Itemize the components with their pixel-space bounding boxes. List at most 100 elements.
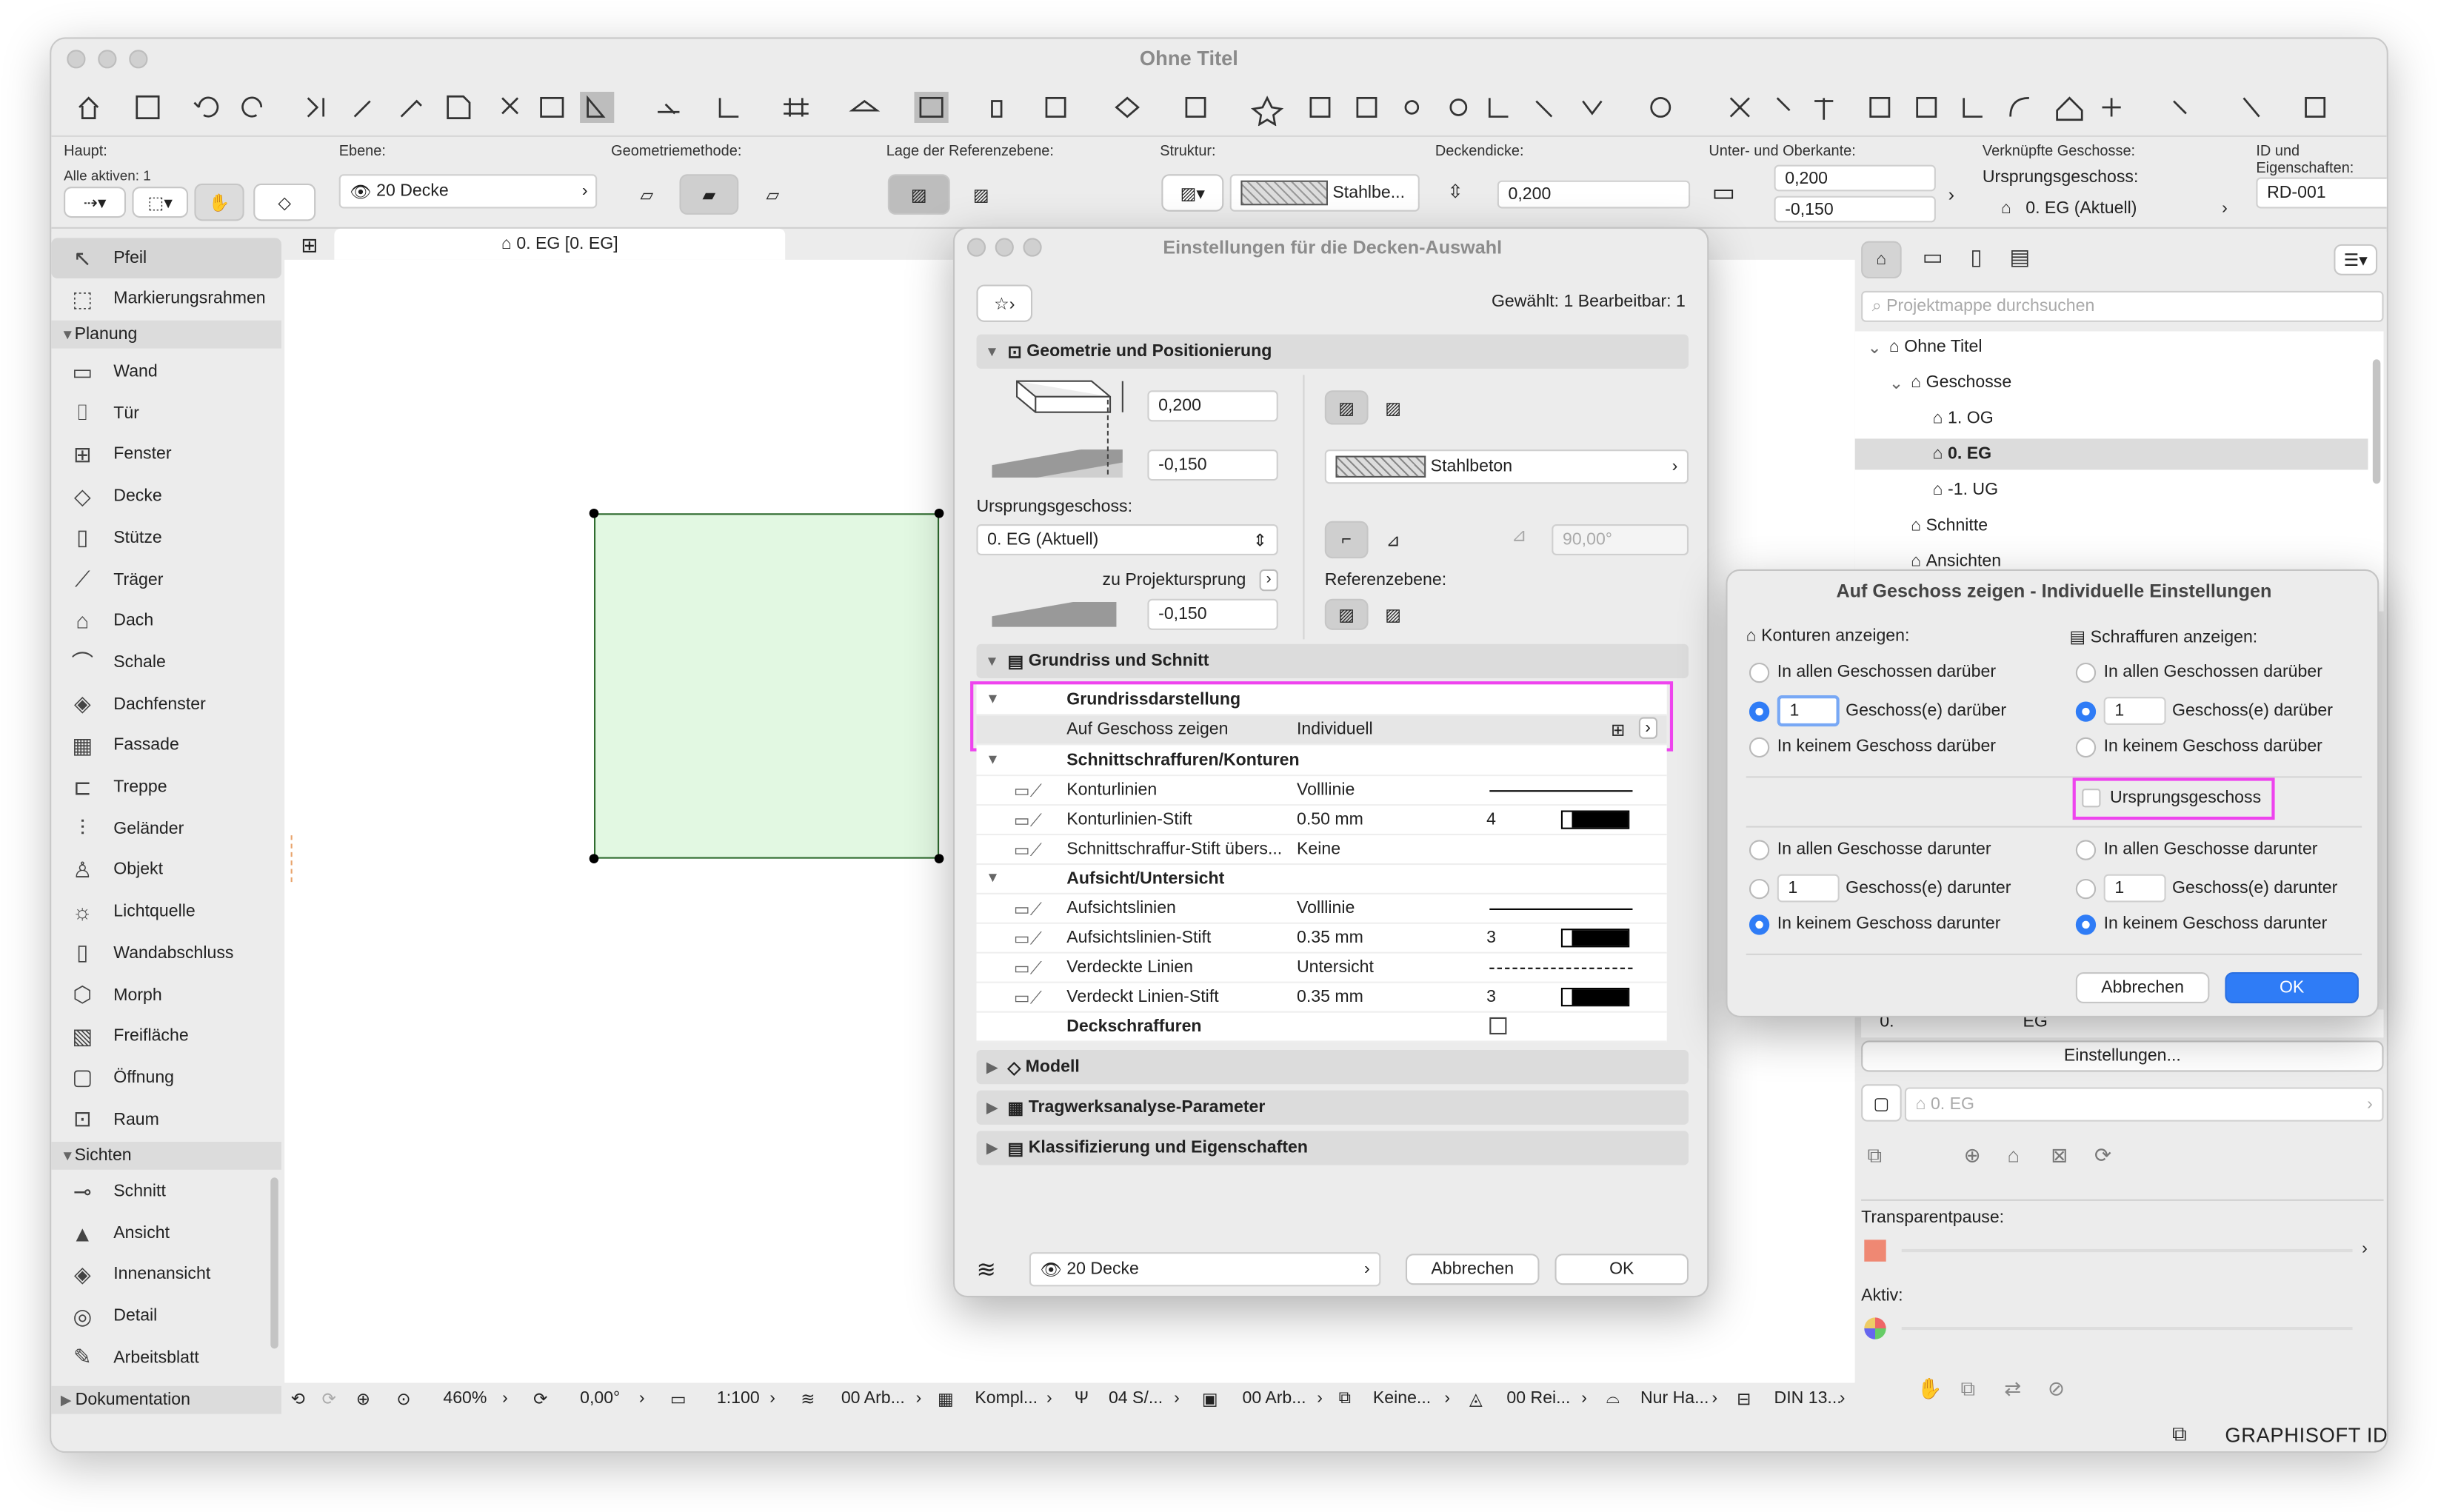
close-window-button[interactable] xyxy=(67,50,86,69)
hatch-none-above-radio[interactable] xyxy=(2075,737,2097,758)
color-wheel-icon[interactable] xyxy=(1864,1317,1886,1339)
cancel-button[interactable]: Abbrechen xyxy=(1405,1254,1540,1285)
hatch-above-count-input[interactable]: 1 xyxy=(2103,697,2166,725)
toolbox-group-header[interactable]: ▶ Dokumentation xyxy=(51,1385,282,1414)
hatch-n-below-radio[interactable] xyxy=(2075,878,2097,900)
structure-type-button[interactable]: ▨▾ xyxy=(1161,174,1224,212)
project-map-tab[interactable]: ⌂ xyxy=(1861,241,1902,279)
chevron-right-icon[interactable]: › xyxy=(1444,1383,1450,1414)
outline-below-count-input[interactable]: 1 xyxy=(1777,874,1840,903)
hotspot[interactable] xyxy=(934,854,944,863)
hatch-all-below-radio[interactable] xyxy=(2075,840,2097,860)
geometry-rect-button[interactable]: ▱ xyxy=(745,174,801,215)
chevron-right-icon[interactable]: › xyxy=(1174,1383,1180,1414)
tool-detail[interactable]: ◎ Detail xyxy=(51,1296,281,1337)
setting-row[interactable]: ▭⟋ Schnittschraffur-Stift übers... Keine xyxy=(976,835,1667,866)
tool-decke[interactable]: ◇ Decke xyxy=(51,476,281,517)
tree-item[interactable]: ⌂ 0. EG xyxy=(1854,438,2368,470)
pen-set-value[interactable]: 04 S/... xyxy=(1109,1383,1163,1414)
tool-innenansicht[interactable]: ◈ Innenansicht xyxy=(51,1254,281,1295)
top-elevation-input[interactable]: 0,200 xyxy=(1774,164,1936,192)
chevron-right-icon[interactable]: › xyxy=(1840,1383,1846,1414)
chevron-right-icon[interactable]: › xyxy=(2362,1240,2368,1258)
outline-all-above-radio[interactable] xyxy=(1749,662,1770,683)
structural-value[interactable]: 00 Rei... xyxy=(1506,1383,1570,1414)
swap-icon[interactable]: ⇄ xyxy=(2004,1376,2021,1402)
chevron-right-icon[interactable]: › xyxy=(1317,1383,1323,1414)
tool-dach[interactable]: ⌂ Dach xyxy=(51,601,281,641)
outline-n-above-radio[interactable] xyxy=(1749,701,1770,722)
zoom-next-icon[interactable]: ⟳ xyxy=(322,1383,336,1414)
chevron-right-icon[interactable]: › xyxy=(2222,199,2228,218)
angle-value[interactable]: 0,00° xyxy=(580,1383,620,1414)
tool-ansicht[interactable]: ▲ Ansicht xyxy=(51,1213,281,1254)
tool-pfeil[interactable]: ↖ Pfeil xyxy=(51,238,282,279)
chevron-right-icon[interactable]: › xyxy=(1712,1383,1718,1414)
ref-bottom-button[interactable]: ▨ xyxy=(956,174,1006,215)
ref-top-button[interactable]: ▨ xyxy=(1324,598,1369,630)
section-structural[interactable]: ▶ ▦ Tragwerksanalyse-Parameter xyxy=(976,1090,1689,1125)
section-model[interactable]: ▶ ◇ Modell xyxy=(976,1050,1689,1085)
thickness-input[interactable]: 0,200 xyxy=(1147,390,1278,422)
tool-schale[interactable]: ⌒ Schale xyxy=(51,642,281,683)
view-map-icon[interactable]: ▭ xyxy=(1917,244,1948,271)
setting-row[interactable]: ▭⟋ Verdeckte Linien Untersicht xyxy=(976,953,1667,983)
tool-dachfenster[interactable]: ◈ Dachfenster xyxy=(51,683,281,724)
group-cut[interactable]: ▼ Schnittschraffuren/Konturen xyxy=(976,746,1667,777)
pen-swatch[interactable] xyxy=(1560,810,1630,829)
tool-wandabschluss[interactable]: ▯ Wandabschluss xyxy=(51,933,281,974)
toolbar-icons[interactable] xyxy=(67,89,2337,127)
window-icon[interactable]: ⧉ xyxy=(2172,1422,2187,1447)
pen-swatch[interactable] xyxy=(1560,929,1630,948)
hotspot[interactable] xyxy=(589,854,599,863)
ok-button[interactable]: OK xyxy=(2225,972,2359,1004)
trace-color-swatch[interactable] xyxy=(1864,1240,1886,1262)
tool-objekt[interactable]: ♙ Objekt xyxy=(51,850,281,891)
einstellungen-button[interactable]: Einstellungen... xyxy=(1861,1040,2384,1072)
outline-all-below-radio[interactable] xyxy=(1749,840,1770,860)
structure-select[interactable]: Stahlbe... xyxy=(1229,174,1420,212)
favorites-button[interactable]: ☆› xyxy=(976,284,1033,322)
thickness-input[interactable]: 0,200 xyxy=(1497,180,1691,209)
geometry-polygon-button[interactable]: ▰ xyxy=(679,174,739,215)
edge-angle-input[interactable]: 90,00° xyxy=(1552,523,1689,555)
edge-perpendicular-button[interactable]: ⌐ xyxy=(1324,521,1369,559)
slab-element[interactable] xyxy=(594,513,940,859)
folder-icon[interactable]: ⌂ xyxy=(2007,1143,2020,1167)
group-overhead[interactable]: ▼ Aufsicht/Untersicht xyxy=(976,865,1667,894)
add-view-icon[interactable]: ⊕ xyxy=(1964,1143,1981,1168)
tool-stütze[interactable]: ▯ Stütze xyxy=(51,518,281,558)
cover-fill-checkbox[interactable] xyxy=(1489,1017,1507,1035)
ok-button[interactable]: OK xyxy=(1554,1254,1689,1285)
chevron-right-icon[interactable]: › xyxy=(1259,569,1278,592)
tool-schnitt[interactable]: ⊸ Schnitt xyxy=(51,1171,281,1212)
chevron-right-icon[interactable]: › xyxy=(639,1383,645,1414)
tree-item[interactable]: ⌂ Schnitte xyxy=(1855,510,2368,541)
outline-none-below-radio[interactable] xyxy=(1749,914,1770,935)
outline-none-above-radio[interactable] xyxy=(1749,737,1770,758)
outline-n-below-radio[interactable] xyxy=(1749,878,1770,900)
layer-select[interactable]: 👁 20 Decke › xyxy=(1029,1252,1381,1287)
tree-item[interactable]: ⌄ ⌂ Geschosse xyxy=(1855,367,2368,398)
reset-icon[interactable]: ⊘ xyxy=(2048,1376,2065,1402)
id-input[interactable]: RD-001 xyxy=(2256,177,2387,209)
pen-swatch[interactable] xyxy=(1560,988,1630,1007)
model-view-value[interactable]: Kompl... xyxy=(975,1383,1038,1414)
refresh-icon[interactable]: ⟳ xyxy=(2094,1143,2111,1168)
origin-offset-input[interactable]: -0,150 xyxy=(1147,598,1278,630)
hatch-top-button[interactable]: ▨ xyxy=(1324,390,1369,425)
tree-item[interactable]: ⌄ ⌂ Ohne Titel xyxy=(1855,331,2368,362)
tool-treppe[interactable]: ⊏ Treppe xyxy=(51,767,281,808)
setting-row[interactable]: ▭⟋ Konturlinien-Stift 0.50 mm 4 xyxy=(976,806,1667,836)
tree-item[interactable]: ⌂ -1. UG xyxy=(1855,475,2368,506)
tool-fenster[interactable]: ⊞ Fenster xyxy=(51,435,281,475)
ref-bottom-button[interactable]: ▨ xyxy=(1375,599,1412,630)
hotspot[interactable] xyxy=(934,508,944,518)
delete-icon[interactable]: ⊠ xyxy=(2051,1143,2068,1168)
fit-window-icon[interactable]: ⊙ xyxy=(396,1383,410,1414)
view-story-field[interactable]: ⌂ 0. EG › xyxy=(1904,1087,2384,1122)
toolbox-group-header[interactable]: ▼ Sichten xyxy=(51,1141,282,1170)
tab-overview-icon[interactable]: ⊞ xyxy=(284,229,334,263)
clone-icon[interactable]: ⧉ xyxy=(1867,1143,1882,1168)
chevron-right-icon[interactable]: › xyxy=(1046,1383,1052,1414)
